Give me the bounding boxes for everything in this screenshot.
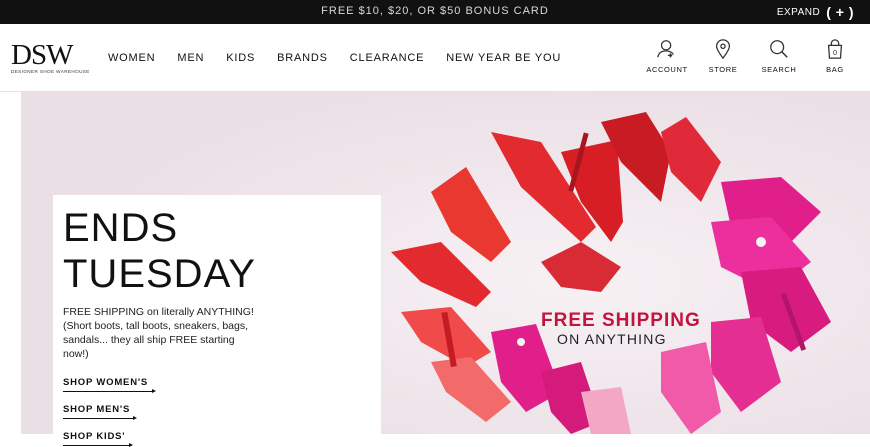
shop-womens-link[interactable]: SHOP WOMEN'S — [63, 377, 156, 393]
promo-card: ENDS TUESDAY FREE SHIPPING on literally … — [53, 195, 381, 447]
arrow-right-icon — [63, 416, 137, 420]
account-label: ACCOUNT — [646, 65, 688, 74]
utility-nav: ACCOUNT STORE SEARCH 0 BAG — [646, 38, 854, 74]
bag-label: BAG — [826, 65, 844, 74]
expand-label: EXPAND — [776, 6, 821, 18]
account-icon — [657, 40, 674, 58]
nav-item-men[interactable]: MEN — [177, 52, 204, 64]
nav-item-brands[interactable]: BRANDS — [277, 52, 328, 64]
site-header: DSW DESIGNER SHOE WAREHOUSE WOMEN MEN KI… — [0, 24, 870, 92]
arrow-right-icon — [63, 443, 133, 447]
dsw-logo[interactable]: DSW DESIGNER SHOE WAREHOUSE — [11, 39, 90, 75]
headline: ENDS TUESDAY — [63, 206, 256, 296]
shop-kids-link[interactable]: SHOP KIDS' — [63, 431, 133, 447]
store-link[interactable]: STORE — [704, 38, 742, 74]
bag-count: 0 — [833, 48, 837, 57]
nav-item-women[interactable]: WOMEN — [108, 52, 155, 64]
promo-message[interactable]: FREE $10, $20, OR $50 BONUS CARD — [0, 5, 870, 17]
arrow-right-icon — [63, 389, 156, 393]
expand-button[interactable]: EXPAND ( + ) — [777, 2, 854, 22]
shop-kids-label: SHOP KIDS' — [63, 431, 126, 442]
nav-item-clearance[interactable]: CLEARANCE — [350, 52, 424, 64]
nav-item-new-year[interactable]: NEW YEAR BE YOU — [446, 52, 561, 64]
shop-womens-label: SHOP WOMEN'S — [63, 377, 149, 388]
bag-icon: 0 — [827, 39, 843, 59]
search-icon — [770, 40, 788, 58]
search-link[interactable]: SEARCH — [760, 38, 798, 74]
account-link[interactable]: ACCOUNT — [646, 38, 688, 74]
logo-mark: DSW — [11, 39, 73, 71]
plus-icon: ( + ) — [826, 4, 854, 20]
search-label: SEARCH — [761, 65, 797, 74]
free-shipping-title: FREE SHIPPING — [541, 310, 701, 331]
bag-link[interactable]: 0 BAG — [816, 38, 854, 74]
logo-tagline: DESIGNER SHOE WAREHOUSE — [11, 69, 90, 74]
shop-mens-link[interactable]: SHOP MEN'S — [63, 404, 137, 420]
free-shipping-subtitle: ON ANYTHING — [557, 331, 667, 347]
nav-item-kids[interactable]: KIDS — [226, 52, 255, 64]
map-pin-icon — [715, 39, 731, 60]
promo-body: FREE SHIPPING on literally ANYTHING! (Sh… — [63, 306, 254, 360]
shop-mens-label: SHOP MEN'S — [63, 404, 131, 415]
store-label: STORE — [708, 65, 738, 74]
promo-bar: FREE $10, $20, OR $50 BONUS CARD EXPAND … — [0, 0, 870, 24]
main-nav: WOMEN MEN KIDS BRANDS CLEARANCE NEW YEAR… — [108, 52, 561, 64]
